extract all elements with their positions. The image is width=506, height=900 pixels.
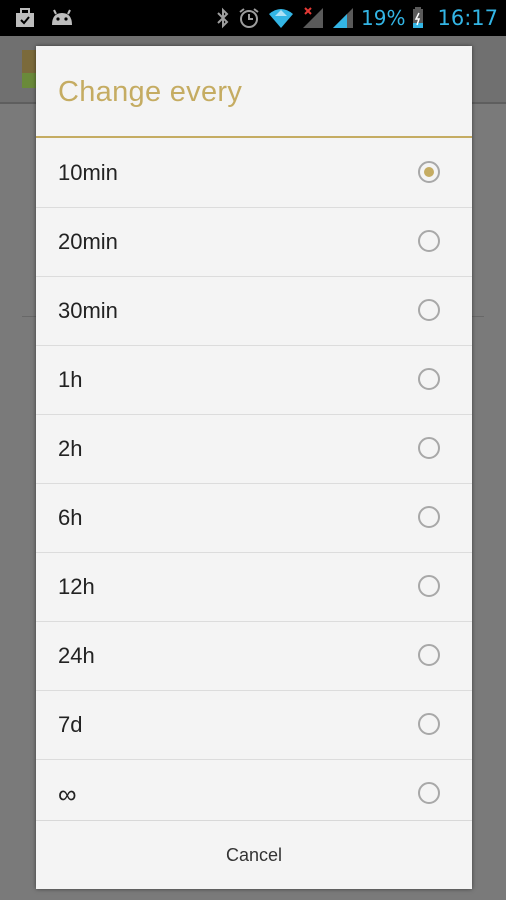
radio-button[interactable] xyxy=(418,230,440,252)
battery-icon xyxy=(413,7,424,28)
option-label: 24h xyxy=(58,643,95,668)
option-24h[interactable]: 24h xyxy=(36,622,472,691)
radio-button[interactable] xyxy=(418,575,440,597)
option-7d[interactable]: 7d xyxy=(36,691,472,760)
wifi-icon xyxy=(269,9,294,28)
radio-button[interactable] xyxy=(418,368,440,390)
option-20min[interactable]: 20min xyxy=(36,208,472,277)
option-label: ∞ xyxy=(58,779,77,809)
option-1h[interactable]: 1h xyxy=(36,346,472,415)
option-30min[interactable]: 30min xyxy=(36,277,472,346)
change-every-dialog: Change every 10min 20min 30min 1h 2h 6h … xyxy=(36,46,472,889)
battery-percent: 19% xyxy=(361,6,406,30)
radio-button[interactable] xyxy=(418,782,440,804)
interval-options-list: 10min 20min 30min 1h 2h 6h 12h 24h 7d ∞ xyxy=(36,139,472,828)
android-icon xyxy=(52,9,72,25)
option-infinity[interactable]: ∞ xyxy=(36,760,472,828)
title-divider xyxy=(36,136,472,138)
dialog-title: Change every xyxy=(58,76,243,108)
option-label: 7d xyxy=(58,712,83,737)
radio-button[interactable] xyxy=(418,644,440,666)
signal-icon xyxy=(303,7,324,28)
briefcase-icon xyxy=(16,8,34,27)
radio-button[interactable] xyxy=(418,299,440,321)
option-2h[interactable]: 2h xyxy=(36,415,472,484)
cancel-button[interactable]: Cancel xyxy=(36,821,472,889)
radio-button[interactable] xyxy=(418,506,440,528)
option-label: 1h xyxy=(58,367,83,392)
option-label: 6h xyxy=(58,505,83,530)
option-10min[interactable]: 10min xyxy=(36,139,472,208)
option-label: 20min xyxy=(58,229,118,254)
status-bar: 19% 16:17 xyxy=(0,0,506,36)
clock: 16:17 xyxy=(437,6,498,30)
option-label: 30min xyxy=(58,298,118,323)
option-label: 12h xyxy=(58,574,95,599)
option-label: 10min xyxy=(58,160,118,185)
option-6h[interactable]: 6h xyxy=(36,484,472,553)
alarm-icon xyxy=(239,8,259,28)
option-label: 2h xyxy=(58,436,83,461)
system-indicators: 19% 16:17 xyxy=(215,0,498,36)
radio-button[interactable] xyxy=(418,713,440,735)
bluetooth-icon xyxy=(217,7,229,29)
notification-icons xyxy=(14,7,74,29)
radio-button-checked[interactable] xyxy=(418,161,440,183)
option-12h[interactable]: 12h xyxy=(36,553,472,622)
signal-icon xyxy=(333,8,354,28)
radio-button[interactable] xyxy=(418,437,440,459)
